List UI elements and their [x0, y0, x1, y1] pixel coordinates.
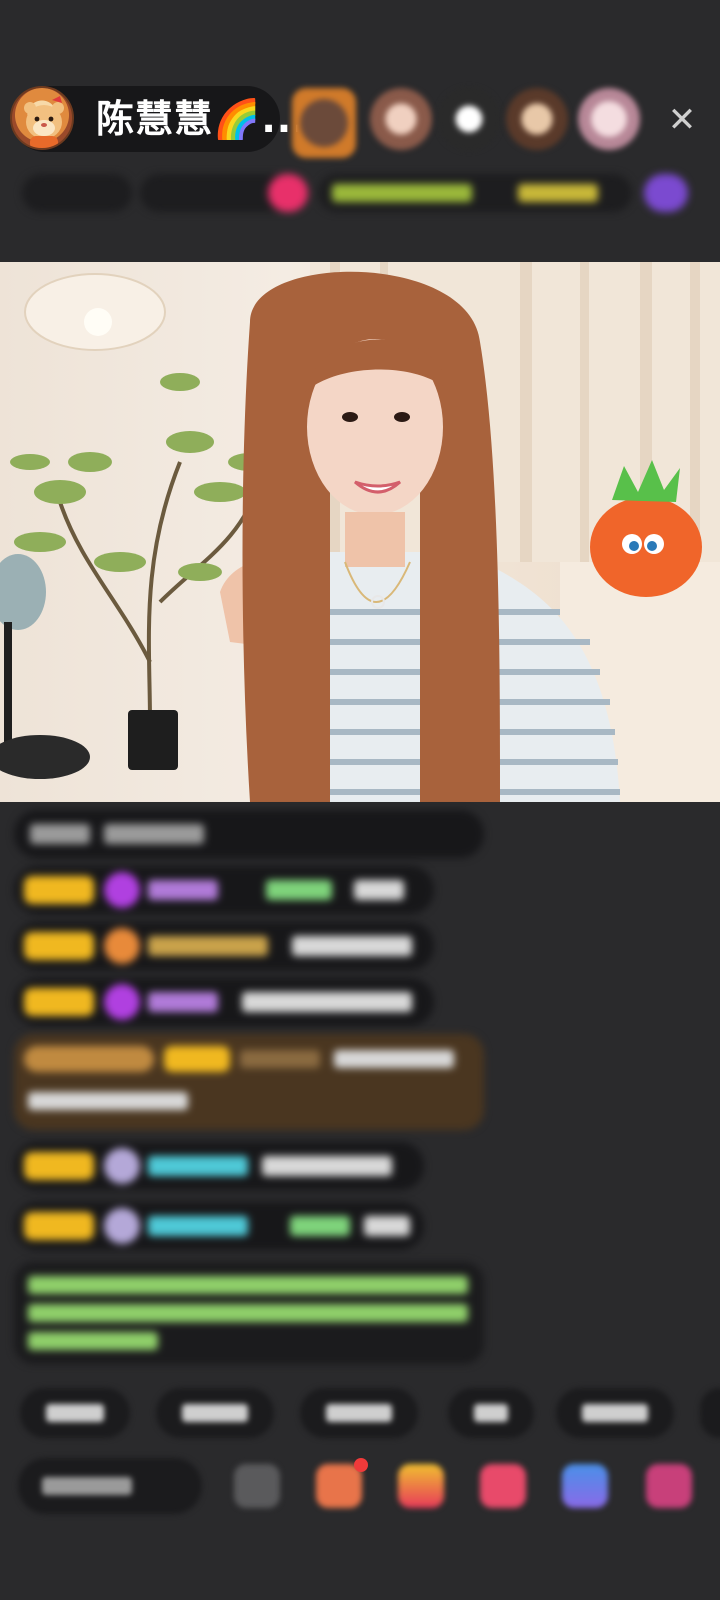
host-avatar[interactable] — [10, 86, 74, 150]
quick-reply-5[interactable] — [556, 1388, 674, 1438]
host-announcement-bubble — [14, 1262, 484, 1364]
user-avatar-icon — [104, 1208, 140, 1244]
live-stream-video[interactable] — [0, 262, 720, 802]
diamond-icon — [104, 872, 140, 908]
rank-chip[interactable] — [22, 174, 132, 212]
room-info-row[interactable] — [22, 170, 702, 216]
stream-frame-illustration — [0, 262, 720, 802]
chat-message[interactable] — [14, 978, 434, 1026]
heart-badge-icon[interactable] — [268, 174, 308, 212]
fan-badge-icon — [104, 928, 140, 964]
host-name[interactable]: 陈慧慧🌈... — [96, 96, 308, 142]
level-badge — [24, 876, 94, 904]
bottom-toolbar — [0, 1450, 720, 1520]
viewer-avatar-1[interactable] — [292, 88, 356, 158]
gift-box-icon[interactable] — [316, 1464, 362, 1508]
highlight-chat-message[interactable] — [14, 1034, 484, 1130]
notification-dot — [354, 1458, 368, 1472]
quick-reply-4[interactable] — [448, 1388, 534, 1438]
lucky-bag-icon[interactable] — [398, 1464, 444, 1508]
level-badge — [24, 988, 94, 1016]
gift-promo-icon[interactable] — [644, 174, 688, 212]
comment-input[interactable] — [18, 1458, 202, 1514]
chat-message[interactable] — [14, 866, 434, 914]
chat-message[interactable] — [14, 1142, 424, 1190]
viewer-avatar-4[interactable] — [506, 88, 568, 150]
quick-reply-2[interactable] — [156, 1388, 274, 1438]
level-badge — [24, 932, 94, 960]
diamond-icon — [104, 984, 140, 1020]
level-badge — [24, 1212, 94, 1240]
emoji-icon[interactable] — [234, 1464, 280, 1508]
activity-banner[interactable] — [318, 174, 632, 212]
viewer-avatar-3[interactable] — [438, 88, 500, 150]
chat-message[interactable] — [14, 922, 434, 970]
close-icon[interactable]: ✕ — [662, 100, 702, 140]
chat-message[interactable] — [14, 1202, 424, 1250]
game-icon[interactable] — [562, 1464, 608, 1508]
user-avatar-icon — [104, 1148, 140, 1184]
hamster-avatar-icon — [24, 96, 64, 148]
viewer-avatar-5[interactable] — [578, 88, 640, 150]
quick-reply-3[interactable] — [300, 1388, 418, 1438]
interaction-icon[interactable] — [480, 1464, 526, 1508]
system-notice-bubble[interactable] — [14, 810, 484, 858]
level-badge — [24, 1152, 94, 1180]
more-icon[interactable] — [646, 1464, 692, 1508]
quick-reply-6[interactable] — [700, 1388, 720, 1438]
viewer-avatar-2[interactable] — [370, 88, 432, 150]
quick-reply-1[interactable] — [20, 1388, 130, 1438]
